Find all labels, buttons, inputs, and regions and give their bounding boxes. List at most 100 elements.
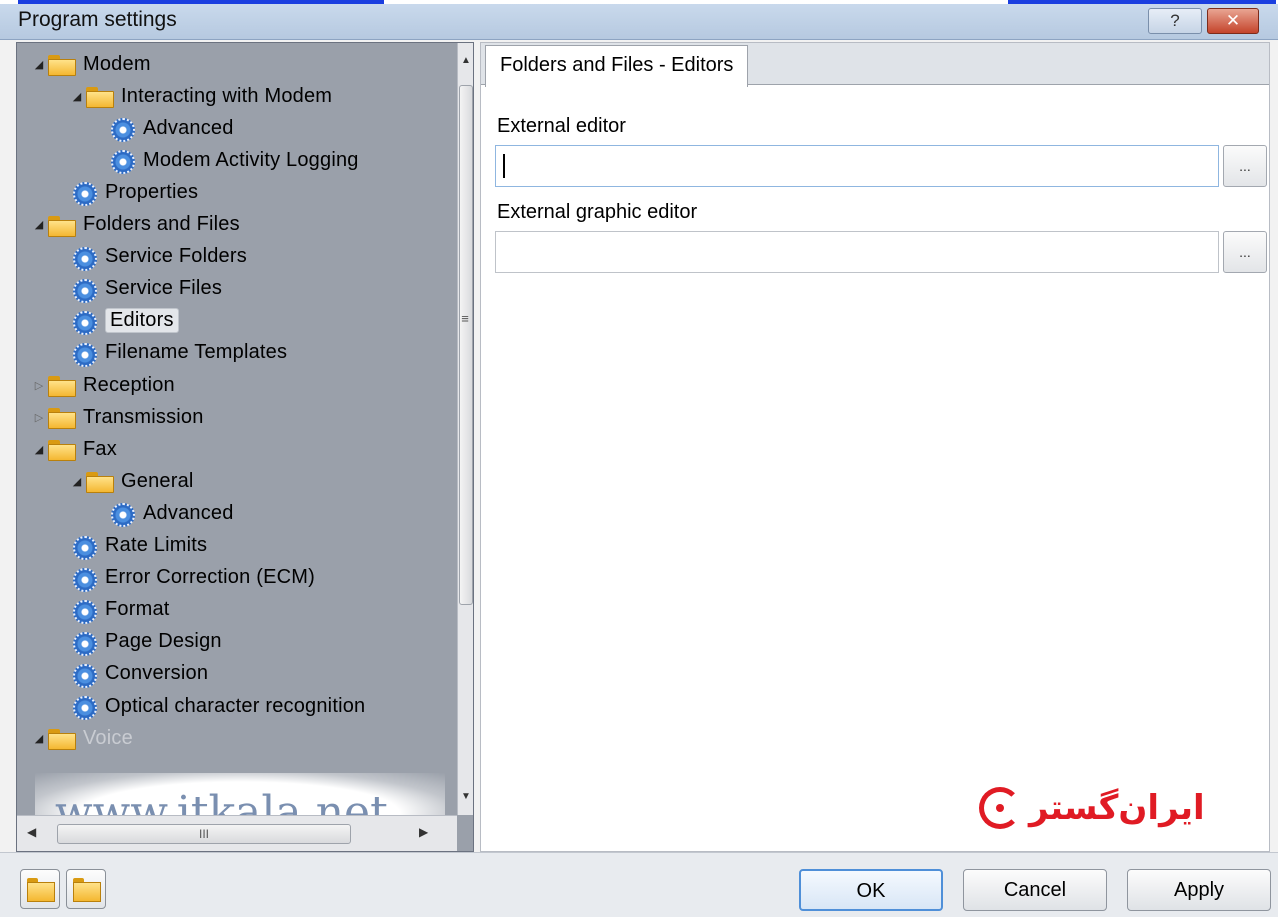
external-graphic-editor-label: External graphic editor bbox=[497, 201, 698, 223]
gear-icon bbox=[69, 308, 99, 335]
logo-text: ایران‌گستر bbox=[1029, 788, 1205, 828]
title-bar: Program settings ? ✕ bbox=[0, 4, 1278, 40]
folder-icon bbox=[85, 470, 115, 494]
collapse-arrow-icon[interactable]: ◢ bbox=[31, 58, 47, 71]
tree-item-label: Filename Templates bbox=[105, 341, 288, 364]
collapse-arrow-icon[interactable]: ◢ bbox=[31, 732, 47, 745]
close-button[interactable]: ✕ bbox=[1207, 8, 1259, 34]
tree-item[interactable]: ◢ Folders and Files bbox=[31, 210, 240, 240]
collapse-arrow-icon[interactable]: ◢ bbox=[31, 443, 47, 456]
tree-item[interactable]: ▷ Transmission bbox=[31, 402, 204, 432]
tree-item[interactable]: Rate Limits bbox=[53, 531, 207, 561]
tree-item[interactable]: Modem Activity Logging bbox=[91, 145, 359, 175]
tree-item[interactable]: Conversion bbox=[53, 659, 208, 689]
gear-icon bbox=[69, 661, 99, 688]
gear-icon bbox=[69, 533, 99, 560]
tree-item[interactable]: Error Correction (ECM) bbox=[53, 563, 315, 593]
folder-icon bbox=[47, 438, 77, 462]
irangostar-logo: ایران‌گستر bbox=[979, 779, 1237, 837]
tree-item-label: Interacting with Modem bbox=[121, 84, 333, 107]
external-graphic-editor-field[interactable] bbox=[495, 231, 1219, 273]
open-folder-button-2[interactable] bbox=[66, 869, 106, 909]
external-editor-browse-button[interactable]: ... bbox=[1223, 145, 1267, 187]
external-graphic-editor-browse-button[interactable]: ... bbox=[1223, 231, 1267, 273]
tree-item-label: Advanced bbox=[143, 116, 234, 139]
open-folder-button[interactable] bbox=[20, 869, 60, 909]
folder-icon bbox=[85, 85, 115, 109]
tree-item[interactable]: Service Folders bbox=[53, 242, 247, 272]
tree-item[interactable]: ◢ Fax bbox=[31, 434, 117, 464]
tree-item[interactable]: ◢ Voice bbox=[31, 723, 133, 753]
tree-item[interactable]: Editors bbox=[53, 306, 179, 336]
tree-item-label: Modem Activity Logging bbox=[143, 148, 359, 171]
gear-icon bbox=[69, 276, 99, 303]
tree-item-label: Page Design bbox=[105, 630, 222, 653]
folder-icon bbox=[47, 53, 77, 76]
tree-item-label: Conversion bbox=[105, 662, 209, 685]
tree-item-label: Service Files bbox=[105, 277, 223, 300]
tab-strip: Folders and Files - Editors bbox=[481, 43, 1269, 87]
collapse-arrow-icon[interactable]: ◢ bbox=[69, 475, 85, 488]
gear-icon bbox=[69, 340, 99, 367]
tree-item-label: Voice bbox=[83, 726, 133, 749]
vertical-scroll-thumb[interactable] bbox=[459, 85, 473, 605]
gear-icon bbox=[69, 244, 99, 271]
scroll-up-arrow-icon[interactable]: ▲ bbox=[458, 55, 473, 66]
scroll-right-arrow-icon[interactable]: ▶ bbox=[419, 825, 428, 839]
horizontal-scroll-thumb[interactable]: III bbox=[57, 824, 351, 844]
ok-button[interactable]: OK bbox=[799, 869, 943, 911]
gear-icon bbox=[69, 629, 99, 656]
gear-icon bbox=[107, 500, 137, 528]
window-title: Program settings bbox=[18, 8, 177, 31]
settings-tree-panel: ◢ Modem ◢ Interacting with Modem Advanced Mod… bbox=[16, 42, 474, 852]
tree-item-label: Editors bbox=[105, 308, 179, 334]
tree-vertical-scrollbar[interactable]: ▲ ≡ ▼ bbox=[457, 43, 473, 815]
tree-item[interactable]: Advanced bbox=[91, 498, 234, 528]
scroll-grip-icon: ≡ bbox=[461, 311, 469, 326]
tree-item[interactable]: Page Design bbox=[53, 627, 222, 657]
tree-item[interactable]: Optical character recognition bbox=[53, 691, 365, 721]
help-button[interactable]: ? bbox=[1148, 8, 1202, 34]
tree-item[interactable]: ◢ General bbox=[69, 466, 194, 496]
tab-folders-files-editors[interactable]: Folders and Files - Editors bbox=[485, 45, 749, 87]
expand-arrow-icon[interactable]: ▷ bbox=[31, 411, 47, 424]
tree-item-label: Reception bbox=[83, 373, 175, 396]
tree-item[interactable]: Filename Templates bbox=[53, 338, 287, 368]
tree-item[interactable]: Service Files bbox=[53, 274, 222, 304]
tree-item[interactable]: Advanced bbox=[91, 113, 234, 143]
settings-content-panel: Folders and Files - Editors External edi… bbox=[480, 42, 1270, 852]
tree-item-label: Transmission bbox=[83, 405, 204, 428]
tree-horizontal-scrollbar[interactable]: ◀ III ▶ bbox=[17, 815, 457, 851]
cancel-button[interactable]: Cancel bbox=[963, 869, 1107, 911]
apply-button[interactable]: Apply bbox=[1127, 869, 1271, 911]
tree-item-label: Modem bbox=[83, 52, 151, 75]
external-editor-field[interactable] bbox=[495, 145, 1219, 187]
gear-icon bbox=[107, 147, 137, 175]
tree-item-label: Format bbox=[105, 598, 170, 621]
logo-ring-icon bbox=[979, 787, 1021, 829]
gear-icon bbox=[69, 597, 99, 624]
expand-arrow-icon[interactable]: ▷ bbox=[31, 379, 47, 392]
folder-icon bbox=[47, 727, 77, 751]
tree-item-label: Fax bbox=[83, 437, 117, 460]
folder-icon bbox=[47, 214, 77, 237]
tree-item[interactable]: ◢ Interacting with Modem bbox=[69, 81, 332, 111]
tree-item-label: Service Folders bbox=[105, 245, 247, 268]
tree-item[interactable]: Format bbox=[53, 595, 170, 625]
gear-icon bbox=[69, 179, 99, 207]
scroll-down-arrow-icon[interactable]: ▼ bbox=[458, 791, 473, 802]
tree-item[interactable]: ◢ Modem bbox=[31, 49, 151, 79]
gear-icon bbox=[69, 565, 99, 592]
tree-item-label: Rate Limits bbox=[105, 534, 208, 556]
tree-item[interactable]: ▷ Reception bbox=[31, 370, 175, 400]
tree-item-label: Optical character recognition bbox=[105, 694, 366, 717]
collapse-arrow-icon[interactable]: ◢ bbox=[69, 90, 85, 103]
text-caret bbox=[503, 154, 505, 178]
folder-icon bbox=[47, 374, 77, 397]
tree-item-label: General bbox=[121, 469, 194, 492]
scroll-left-arrow-icon[interactable]: ◀ bbox=[27, 825, 36, 839]
folder-icon bbox=[47, 406, 77, 430]
tree-item[interactable]: Properties bbox=[53, 177, 198, 207]
collapse-arrow-icon[interactable]: ◢ bbox=[31, 218, 47, 231]
tree-item-label: Advanced bbox=[143, 501, 234, 524]
